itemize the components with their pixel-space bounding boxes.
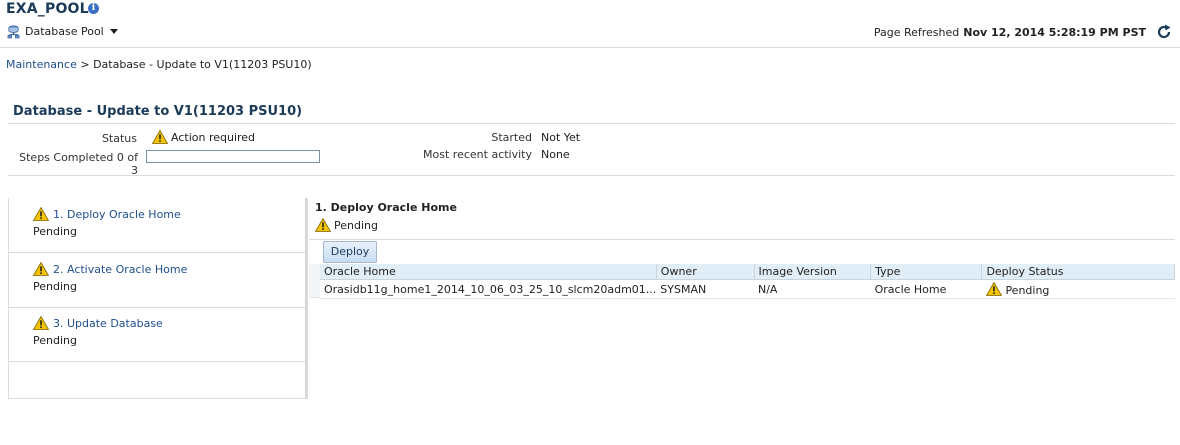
section-title-divider [8,123,1175,124]
steps-panel: 1. Deploy Oracle Home Pending 2. Activat… [8,198,308,399]
oracle-home-table: Oracle Home Owner Image Version Type Dep… [320,264,1175,299]
deploy-button[interactable]: Deploy [323,241,377,263]
warning-icon [985,281,1002,296]
warning-icon [33,262,49,276]
page-refresh-status: Page Refreshed Nov 12, 2014 5:28:19 PM P… [874,24,1172,40]
toolbar-divider [309,239,1175,240]
warning-icon [33,316,49,330]
warning-icon [315,218,331,232]
status-text: Action required [171,130,256,144]
column-header-owner[interactable]: Owner [656,264,755,280]
refresh-icon[interactable] [1156,24,1172,40]
status-value: Action required [152,130,255,144]
step-state: Pending [33,334,77,347]
column-header-oracle-home[interactable]: Oracle Home [320,264,657,280]
detail-status: Pending [315,218,378,232]
refresh-time: Nov 12, 2014 5:28:19 PM PST [963,25,1146,39]
cell-deploy-status: Pending [981,279,1175,299]
step-heading: 1. Deploy Oracle Home [33,207,181,221]
column-header-deploy-status[interactable]: Deploy Status [981,264,1175,280]
most-recent-activity-value: None [541,148,570,161]
breadcrumb: Maintenance > Database - Update to V1(11… [6,58,312,71]
step-link[interactable]: 2. Activate Oracle Home [53,263,187,276]
step-heading: 3. Update Database [33,316,163,330]
most-recent-activity-label: Most recent activity [423,148,532,161]
breadcrumb-current: Database - Update to V1(11203 PSU10) [93,58,312,71]
started-label: Started [491,131,532,144]
column-header-image-version[interactable]: Image Version [754,264,872,280]
detail-status-text: Pending [334,218,378,232]
step-item-update-database[interactable]: 3. Update Database Pending [9,307,305,362]
panel-divider [307,198,308,398]
info-icon[interactable]: i [88,3,99,14]
breadcrumb-maintenance-link[interactable]: Maintenance [6,58,77,71]
grid-row-selector-column [309,264,320,298]
step-link[interactable]: 1. Deploy Oracle Home [53,208,181,221]
step-link[interactable]: 3. Update Database [53,317,163,330]
step-heading: 2. Activate Oracle Home [33,262,187,276]
section-title: Database - Update to V1(11203 PSU10) [13,104,303,119]
summary-divider [8,175,1175,176]
step-state: Pending [33,225,77,238]
detail-title: 1. Deploy Oracle Home [315,201,457,214]
step-state: Pending [33,280,77,293]
steps-completed-label: Steps Completed 0 of 3 [19,151,138,177]
started-value: Not Yet [541,131,581,144]
cell-owner: SYSMAN [656,279,754,299]
cell-oracle-home: Orasidb11g_home1_2014_10_06_03_25_10_slc… [320,279,657,299]
column-header-type[interactable]: Type [870,264,983,280]
header-divider [0,47,1180,48]
database-pool-label: Database Pool [25,25,104,38]
warning-icon [152,130,168,144]
cell-type: Oracle Home [870,279,982,299]
deploy-status-text: Pending [1005,283,1050,297]
chevron-down-icon [109,29,118,34]
warning-icon [33,207,49,221]
database-pool-icon [7,25,20,39]
table-row[interactable]: Orasidb11g_home1_2014_10_06_03_25_10_slc… [320,279,1175,299]
cell-image-version: N/A [754,279,871,299]
status-label: Status [101,132,137,145]
steps-progress-bar [146,150,320,163]
refresh-label: Page Refreshed [873,25,960,39]
breadcrumb-separator: > [80,58,90,71]
page-title: EXA_POOL [6,1,89,17]
step-item-activate-oracle-home[interactable]: 2. Activate Oracle Home Pending [9,253,305,308]
database-pool-menu[interactable]: Database Pool [6,24,118,39]
step-item-deploy-oracle-home[interactable]: 1. Deploy Oracle Home Pending [9,198,305,253]
table-header-row: Oracle Home Owner Image Version Type Dep… [320,264,1175,280]
